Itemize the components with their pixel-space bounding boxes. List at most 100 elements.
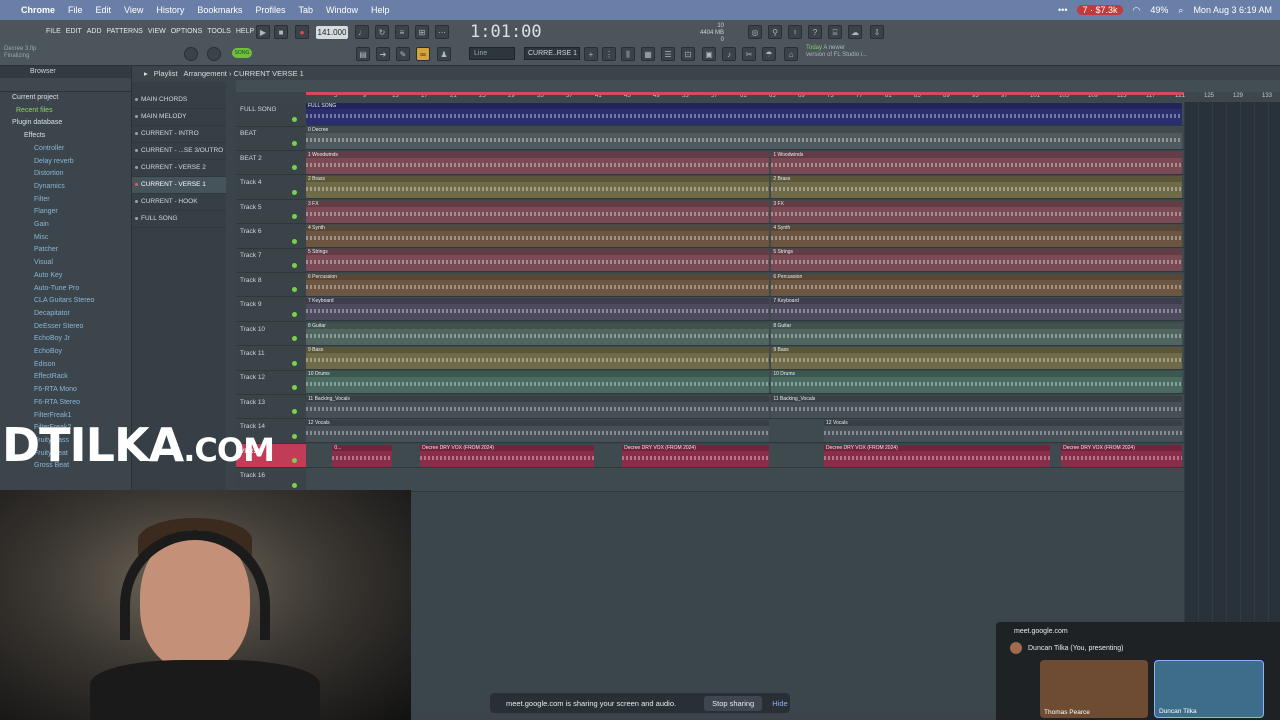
browser-item[interactable]: Edison — [0, 359, 131, 372]
step-edit-icon[interactable]: ≡ — [395, 25, 409, 39]
track-header[interactable]: Track 12 — [236, 370, 306, 395]
track-mute-led[interactable] — [292, 287, 297, 293]
menu-edit[interactable]: Edit — [96, 5, 112, 15]
browser-item[interactable]: Delay reverb — [0, 156, 131, 169]
mic-record-icon[interactable]: ☂ — [762, 47, 776, 61]
menu-file[interactable]: File — [68, 5, 83, 15]
browser-item[interactable]: Flanger — [0, 206, 131, 219]
meet-url[interactable]: meet.google.com — [1014, 628, 1068, 635]
plugin-db-icon[interactable]: ▣ — [702, 47, 716, 61]
menu-history[interactable]: History — [156, 5, 184, 15]
shop-icon[interactable]: ⌂ — [784, 47, 798, 61]
playlist-clip[interactable]: 12 Vocals — [824, 420, 1182, 443]
track-mute-led[interactable] — [292, 409, 297, 415]
playlist-clip[interactable]: Decree DRY VOX (FROM 2024) — [824, 444, 1051, 467]
snap-select[interactable]: Line — [469, 47, 515, 60]
playlist-clip[interactable]: 4 Synth — [306, 225, 770, 247]
track-header[interactable]: Track 8 — [236, 273, 306, 298]
playlist-clip[interactable]: 7 Keyboard — [771, 298, 1182, 321]
browser-item[interactable]: Auto Key — [0, 270, 131, 283]
browser-item[interactable]: CLA Guitars Stereo — [0, 295, 131, 308]
fl-menu-help[interactable]: HELP — [236, 28, 254, 35]
menu-help[interactable]: Help — [371, 5, 390, 15]
pin-icon[interactable]: ⚲ — [768, 25, 782, 39]
browser-icon[interactable]: ☰ — [661, 47, 675, 61]
mic-icon[interactable]: ♮ — [788, 25, 802, 39]
pencil-icon[interactable]: ✎ — [396, 47, 410, 61]
playlist-clip[interactable]: 11 Backing_Vocals — [306, 395, 770, 418]
track-mute-led[interactable] — [292, 311, 297, 317]
snap-icon[interactable]: ♟ — [437, 47, 451, 61]
browser-item[interactable]: Auto-Tune Pro — [0, 283, 131, 296]
playlist-clip[interactable]: 0... — [332, 444, 392, 467]
browser-item[interactable]: Decapitator — [0, 308, 131, 321]
browser-item[interactable]: Controller — [0, 143, 131, 156]
tempo-display[interactable]: 141.000 — [316, 26, 348, 39]
browser-item[interactable]: Filter — [0, 194, 131, 207]
browser-item[interactable]: EchoBoy Jr — [0, 333, 131, 346]
menu-profiles[interactable]: Profiles — [255, 5, 285, 15]
playlist-clip[interactable]: 4 Synth — [771, 225, 1182, 247]
track-header[interactable]: Track 9 — [236, 297, 306, 322]
playlist-clip[interactable]: 0 Decree — [306, 127, 1182, 150]
self-tile[interactable]: Duncan Tilka — [1154, 660, 1264, 718]
song-mode-toggle[interactable]: SONG — [232, 48, 252, 58]
track-header[interactable]: Track 7 — [236, 248, 306, 273]
menu-view[interactable]: View — [124, 5, 143, 15]
browser-item[interactable]: F6-RTA Mono — [0, 384, 131, 397]
render-icon[interactable]: ⌸ — [828, 25, 842, 39]
menu-tab[interactable]: Tab — [298, 5, 313, 15]
track-lane[interactable]: 2 Brass 2 Brass — [306, 175, 1184, 200]
pattern-select[interactable]: CURRE..RSE 1 — [524, 47, 580, 60]
browser-item[interactable]: Plugin database — [0, 117, 131, 130]
cloud-icon[interactable]: ☁ — [848, 25, 862, 39]
time-display[interactable]: 1:01:00 — [470, 22, 542, 42]
track-mute-led[interactable] — [292, 458, 297, 464]
track-lane[interactable]: 11 Backing_Vocals 11 Backing_Vocals — [306, 394, 1184, 419]
pattern-item[interactable]: MAIN CHORDS — [132, 92, 226, 109]
track-header[interactable]: FULL SONG — [236, 102, 306, 127]
track-lane[interactable]: 7 Keyboard 7 Keyboard — [306, 297, 1184, 322]
loop-record-icon[interactable]: ↻ — [375, 25, 389, 39]
mixer-icon[interactable]: ⫼ — [621, 47, 635, 61]
magnet-icon[interactable]: ∞ — [416, 47, 430, 61]
playlist-clip[interactable]: Decree DRY VOX (FROM 2024) — [420, 444, 594, 467]
wait-input-icon[interactable]: ⋯ — [435, 25, 449, 39]
master-pitch-knob[interactable] — [207, 47, 221, 61]
track-mute-led[interactable] — [292, 336, 297, 342]
browser-item[interactable]: Distortion — [0, 168, 131, 181]
track-mute-led[interactable] — [292, 482, 297, 488]
pattern-item[interactable]: CURRENT - HOOK — [132, 194, 226, 211]
pattern-item[interactable]: CURRENT - VERSE 2 — [132, 160, 226, 177]
playlist-clip[interactable]: 5 Strings — [306, 249, 770, 272]
download-icon[interactable]: ⇩ — [870, 25, 884, 39]
playlist-clip[interactable]: 8 Guitar — [306, 322, 770, 345]
pattern-item[interactable]: CURRENT - VERSE 1 — [132, 177, 226, 194]
track-header[interactable]: Track 10 — [236, 322, 306, 347]
playlist-title[interactable]: Playlist — [154, 69, 178, 78]
browser-item[interactable]: Dynamics — [0, 181, 131, 194]
piano-roll-icon[interactable]: ▦ — [641, 47, 655, 61]
app-menu[interactable]: Chrome — [21, 5, 55, 15]
playlist-clip[interactable]: 2 Brass — [306, 176, 770, 199]
browser-title[interactable]: Browser — [0, 66, 131, 78]
playlist-clip[interactable]: 1 Woodwinds — [771, 151, 1182, 174]
news-panel[interactable]: Today A newer version of FL Studio i... — [806, 45, 867, 59]
browser-item[interactable]: Patcher — [0, 244, 131, 257]
track-lane[interactable]: 1 Woodwinds 1 Woodwinds — [306, 150, 1184, 175]
track-lane[interactable]: 5 Strings 5 Strings — [306, 248, 1184, 273]
track-mute-led[interactable] — [292, 238, 297, 244]
browser-item[interactable]: Visual — [0, 257, 131, 270]
hide-button[interactable]: Hide — [772, 699, 787, 708]
menu-window[interactable]: Window — [326, 5, 358, 15]
track-header[interactable]: BEAT 2 — [236, 151, 306, 176]
browser-item[interactable]: Effects — [0, 130, 131, 143]
playlist-clip[interactable]: 6 Percussion — [771, 273, 1182, 296]
fl-menu-tools[interactable]: TOOLS — [207, 28, 231, 35]
blend-icon[interactable]: ⊞ — [415, 25, 429, 39]
track-mute-led[interactable] — [292, 433, 297, 439]
track-header[interactable]: Track 6 — [236, 224, 306, 249]
fl-menu-options[interactable]: OPTIONS — [171, 28, 203, 35]
browser-item[interactable]: Misc — [0, 232, 131, 245]
track-lane[interactable]: 4 Synth 4 Synth — [306, 224, 1184, 248]
